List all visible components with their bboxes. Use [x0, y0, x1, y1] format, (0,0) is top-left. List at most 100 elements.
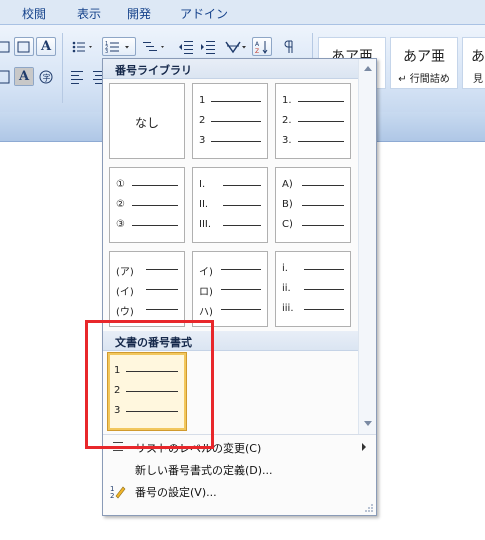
numbering-format-tile[interactable]: i. ii. iii. [275, 251, 351, 327]
style-sample: あ [471, 49, 485, 65]
line-placeholder [302, 225, 344, 226]
style-gallery-item[interactable]: あア亜 ↵ 行間詰め [390, 37, 458, 89]
svg-text:3: 3 [105, 49, 108, 54]
dropdown-scrollbar[interactable] [358, 59, 376, 434]
resize-grip-icon[interactable] [364, 503, 374, 513]
number-marker: i. [282, 263, 288, 274]
line-placeholder [304, 269, 344, 270]
style-gallery-item[interactable]: あ 見 [462, 37, 485, 89]
decrease-indent-icon[interactable] [176, 37, 196, 56]
submenu-arrow-icon [362, 443, 366, 451]
number-marker: ii. [282, 283, 291, 294]
line-placeholder [304, 309, 344, 310]
number-marker: III. [199, 219, 212, 230]
character-shading-icon[interactable]: A [14, 67, 34, 86]
number-marker: イ) [199, 267, 213, 278]
svg-text:2: 2 [110, 492, 114, 499]
number-marker: ③ [116, 219, 125, 230]
line-placeholder [304, 289, 344, 290]
line-placeholder [223, 205, 261, 206]
scroll-down-icon[interactable] [364, 421, 372, 426]
numbering-icon[interactable]: 123 [102, 37, 136, 56]
numbering-format-tile[interactable]: 1. 2. 3. [275, 83, 351, 159]
numbering-format-tile[interactable]: イ) ロ) ハ) [192, 251, 268, 327]
line-placeholder [132, 225, 178, 226]
number-marker: 2 [199, 115, 206, 126]
number-value-icon: 12 [110, 483, 126, 500]
number-marker: I. [199, 179, 206, 190]
number-marker: A) [282, 179, 293, 190]
number-marker: 1 [199, 95, 206, 106]
numbering-format-tile[interactable]: ① ② ③ [109, 167, 185, 243]
change-case-icon[interactable] [14, 37, 34, 56]
multilevel-list-icon[interactable] [140, 37, 170, 56]
number-marker: ① [116, 179, 125, 190]
number-marker: C) [282, 219, 293, 230]
scroll-up-icon[interactable] [364, 66, 372, 71]
character-border-icon[interactable] [0, 67, 14, 86]
number-marker: (イ) [116, 287, 134, 298]
enclose-characters-icon[interactable]: 字 [36, 67, 56, 86]
clear-formatting-icon[interactable]: A [36, 37, 56, 56]
font-format-icon[interactable] [0, 37, 14, 56]
number-marker: iii. [282, 303, 294, 314]
number-marker: (ウ) [116, 307, 134, 318]
number-marker: ロ) [199, 287, 213, 298]
line-placeholder [223, 185, 261, 186]
line-placeholder [146, 269, 178, 270]
tab-view[interactable]: 表示 [77, 5, 101, 22]
style-sample: あア亜 [403, 49, 445, 65]
svg-text:A: A [255, 41, 260, 48]
numbering-format-tile[interactable]: A) B) C) [275, 167, 351, 243]
tab-review[interactable]: 校閲 [22, 5, 46, 22]
number-marker: 3 [199, 135, 206, 146]
line-placeholder [298, 121, 344, 122]
number-marker: II. [199, 199, 209, 210]
sort-icon[interactable]: AZ [252, 37, 272, 56]
library-section-header: 番号ライブラリ [103, 59, 358, 79]
svg-text:Z: Z [255, 48, 259, 54]
number-marker: ② [116, 199, 125, 210]
style-name: 見 [473, 74, 483, 85]
line-placeholder [211, 121, 261, 122]
line-placeholder [146, 289, 178, 290]
define-new-number-format-item[interactable]: 新しい番号書式の定義(D)... [103, 458, 376, 480]
line-placeholder [302, 205, 344, 206]
tab-addins[interactable]: アドイン [180, 5, 228, 22]
ribbon-tab-bar: 校閲 表示 開発 アドイン [0, 0, 485, 24]
asian-layout-icon[interactable] [222, 37, 248, 56]
tab-developer[interactable]: 開発 [127, 5, 151, 22]
line-placeholder [298, 141, 344, 142]
line-placeholder [132, 185, 178, 186]
number-marker: 2. [282, 115, 292, 126]
line-placeholder [132, 205, 178, 206]
line-placeholder [211, 101, 261, 102]
number-marker: 3. [282, 135, 292, 146]
svg-text:字: 字 [43, 73, 51, 83]
line-placeholder [211, 141, 261, 142]
style-name: ↵ 行間詰め [398, 74, 450, 85]
highlight-box [85, 320, 214, 449]
line-placeholder [223, 225, 261, 226]
line-placeholder [221, 309, 261, 310]
number-marker: ハ) [199, 307, 213, 318]
numbering-none-tile[interactable]: なし [109, 83, 185, 159]
section-title: 番号ライブラリ [115, 64, 192, 77]
none-label: なし [134, 116, 159, 130]
menu-label: 新しい番号書式の定義(D)... [135, 464, 273, 477]
line-placeholder [221, 269, 261, 270]
increase-indent-icon[interactable] [198, 37, 218, 56]
group-separator [62, 33, 63, 103]
line-placeholder [146, 309, 178, 310]
number-marker: (ア) [116, 267, 134, 278]
bullets-icon[interactable] [68, 37, 92, 56]
paragraph-mark-icon[interactable] [280, 37, 300, 56]
set-numbering-value-item[interactable]: 12 番号の設定(V)... [103, 480, 376, 502]
line-placeholder [221, 289, 261, 290]
numbering-format-tile[interactable]: 1 2 3 [192, 83, 268, 159]
line-placeholder [298, 101, 344, 102]
numbering-format-tile[interactable]: I. II. III. [192, 167, 268, 243]
align-left-icon[interactable] [68, 67, 88, 86]
numbering-format-tile[interactable]: (ア) (イ) (ウ) [109, 251, 185, 327]
number-marker: 1. [282, 95, 292, 106]
